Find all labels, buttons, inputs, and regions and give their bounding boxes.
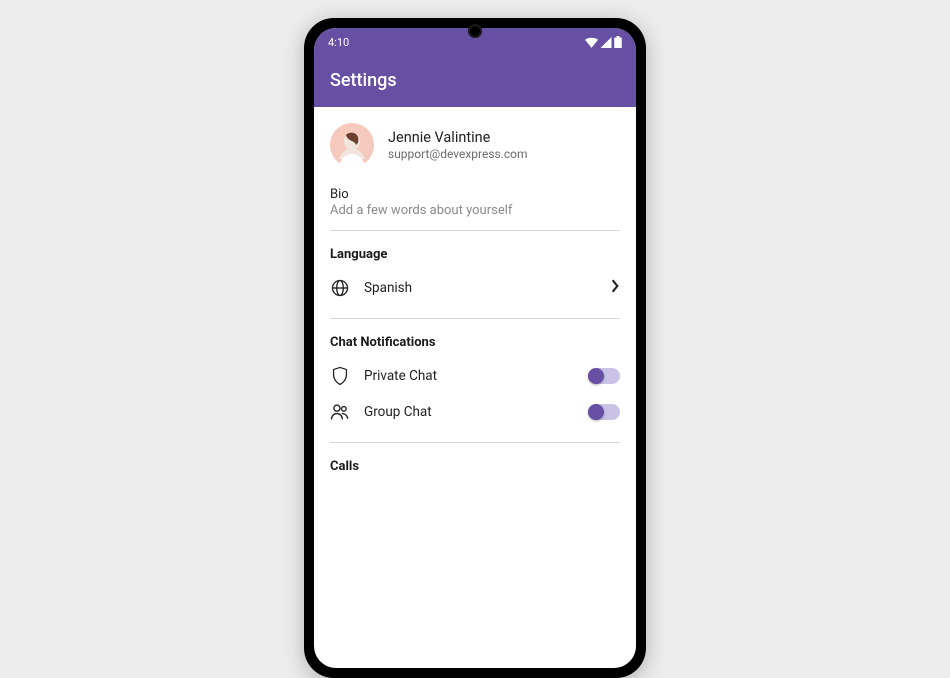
wifi-icon: [585, 37, 598, 48]
status-time: 4:10: [328, 36, 349, 49]
language-row[interactable]: Spanish: [330, 270, 620, 306]
bio-field[interactable]: Bio Add a few words about yourself: [330, 187, 620, 218]
private-chat-toggle[interactable]: [588, 368, 620, 384]
profile-name: Jennie Valintine: [388, 129, 528, 146]
shield-icon: [330, 366, 350, 386]
page-title: Settings: [330, 70, 397, 91]
screen: 4:10 Settings: [314, 28, 636, 668]
battery-icon: [614, 36, 622, 48]
private-chat-row: Private Chat: [330, 358, 620, 394]
status-icons: [585, 36, 622, 48]
bio-placeholder: Add a few words about yourself: [330, 203, 620, 218]
language-value: Spanish: [364, 280, 596, 296]
bio-label: Bio: [330, 187, 620, 202]
phone-frame: 4:10 Settings: [304, 18, 646, 678]
front-camera: [468, 24, 482, 38]
chevron-right-icon: [610, 279, 620, 297]
profile-text: Jennie Valintine support@devexpress.com: [388, 129, 528, 161]
people-icon: [330, 402, 350, 422]
group-chat-label: Group Chat: [364, 404, 574, 420]
profile-row[interactable]: Jennie Valintine support@devexpress.com: [330, 121, 620, 177]
avatar[interactable]: [330, 123, 374, 167]
cell-signal-icon: [600, 37, 612, 48]
language-header: Language: [330, 247, 620, 262]
group-chat-row: Group Chat: [330, 394, 620, 430]
globe-icon: [330, 278, 350, 298]
calls-header: Calls: [330, 459, 620, 474]
group-chat-toggle[interactable]: [588, 404, 620, 420]
settings-content[interactable]: Jennie Valintine support@devexpress.com …: [314, 107, 636, 474]
chat-header: Chat Notifications: [330, 335, 620, 350]
app-bar: Settings: [314, 56, 636, 107]
divider: [330, 442, 620, 443]
divider: [330, 230, 620, 231]
profile-email: support@devexpress.com: [388, 147, 528, 161]
private-chat-label: Private Chat: [364, 368, 574, 384]
divider: [330, 318, 620, 319]
